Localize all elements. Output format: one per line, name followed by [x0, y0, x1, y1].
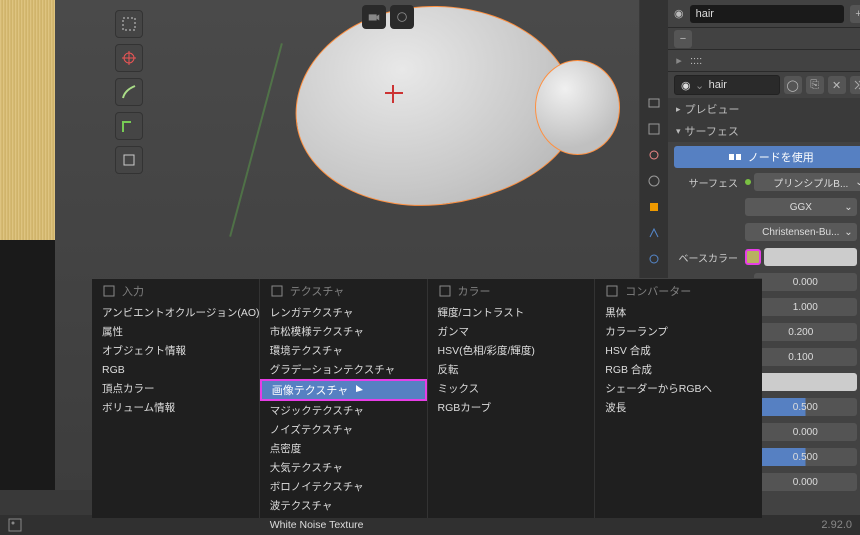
- menu-item[interactable]: オブジェクト情報: [92, 341, 259, 360]
- value-field-4[interactable]: 0.000: [754, 423, 857, 441]
- scene-tab[interactable]: [640, 142, 668, 168]
- surface-shader-dropdown[interactable]: プリンシプルB...: [754, 173, 860, 191]
- unlink-material-btn[interactable]: ✕: [828, 76, 846, 94]
- material-options-label: ::::: [690, 55, 852, 67]
- menu-item[interactable]: グラデーションテクスチャ: [260, 360, 427, 379]
- add-material-slot[interactable]: +: [850, 5, 860, 23]
- use-nodes-button[interactable]: ノードを使用: [674, 146, 860, 168]
- image-editor-strip: [0, 0, 55, 490]
- slider-field-0[interactable]: 0.500: [754, 398, 857, 416]
- modifier-tab[interactable]: [640, 220, 668, 246]
- menu-header-converter: コンバーター: [595, 279, 762, 303]
- menu-item[interactable]: アンビエントオクルージョン(AO): [92, 303, 259, 322]
- menu-item[interactable]: シェーダーからRGBへ: [595, 379, 762, 398]
- object-tab[interactable]: [640, 194, 668, 220]
- gizmo-toggle-icon[interactable]: [390, 5, 414, 29]
- menu-col-color: カラー 輝度/コントラスト ガンマ HSV(色相/彩度/輝度) 反転 ミックス …: [428, 279, 596, 518]
- hair-mesh-object[interactable]: [255, 0, 615, 240]
- surface-section-header[interactable]: ▾サーフェス: [668, 120, 860, 142]
- value-field-5[interactable]: 0.000: [754, 473, 857, 491]
- menu-item[interactable]: マジックテクスチャ: [260, 401, 427, 420]
- value-field-1[interactable]: 1.000: [754, 298, 857, 316]
- material-sphere-icon: ◉: [681, 79, 691, 92]
- menu-item[interactable]: 頂点カラー: [92, 379, 259, 398]
- menu-item[interactable]: 輝度/コントラスト: [428, 303, 595, 322]
- physics-tab[interactable]: [640, 246, 668, 272]
- menu-header-color: カラー: [428, 279, 595, 303]
- node-add-menu: 入力 アンビエントオクルージョン(AO) 属性 オブジェクト情報 RGB 頂点カ…: [92, 278, 762, 518]
- menu-item[interactable]: HSV 合成: [595, 341, 762, 360]
- menu-item[interactable]: ミックス: [428, 379, 595, 398]
- menu-item[interactable]: RGB 合成: [595, 360, 762, 379]
- menu-item[interactable]: 黒体: [595, 303, 762, 322]
- cursor-3d-icon: [385, 85, 403, 103]
- select-box-tool[interactable]: [115, 10, 143, 38]
- menu-item[interactable]: ノイズテクスチャ: [260, 420, 427, 439]
- menu-item[interactable]: カラーランプ: [595, 322, 762, 341]
- menu-col-input: 入力 アンビエントオクルージョン(AO) 属性 オブジェクト情報 RGB 頂点カ…: [92, 279, 260, 518]
- menu-item[interactable]: 市松模様テクスチャ: [260, 322, 427, 341]
- texture-preview: [0, 0, 55, 240]
- measure-tool[interactable]: [115, 112, 143, 140]
- menu-item[interactable]: 波長: [595, 398, 762, 417]
- tool-column: [115, 10, 143, 174]
- base-color-label: ベースカラー: [674, 250, 742, 265]
- remove-material-slot[interactable]: −: [674, 30, 692, 48]
- status-bar: 2.92.0: [0, 515, 860, 535]
- cursor-tool[interactable]: [115, 44, 143, 72]
- base-color-swatch[interactable]: [764, 248, 857, 266]
- material-list-name[interactable]: [690, 5, 844, 23]
- menu-item-image-texture[interactable]: 画像テクスチャ: [260, 379, 427, 401]
- menu-item[interactable]: HSV(色相/彩度/輝度): [428, 341, 595, 360]
- add-cube-tool[interactable]: [115, 146, 143, 174]
- surface-label: サーフェス: [674, 175, 742, 190]
- base-color-input-dot[interactable]: [745, 249, 761, 265]
- menu-item[interactable]: ボリューム情報: [92, 398, 259, 417]
- distribution-dropdown[interactable]: GGX: [745, 198, 857, 216]
- menu-item[interactable]: 反転: [428, 360, 595, 379]
- menu-header-texture: テクスチャ: [260, 279, 427, 303]
- material-selector[interactable]: ◉⌄ hair: [674, 75, 780, 95]
- value-field-0[interactable]: 0.000: [754, 273, 857, 291]
- menu-item[interactable]: RGB: [92, 360, 259, 379]
- menu-item[interactable]: レンガテクスチャ: [260, 303, 427, 322]
- color-swatch-2[interactable]: [754, 373, 857, 391]
- menu-item[interactable]: ボロノイテクスチャ: [260, 477, 427, 496]
- viewport-top-icons: [362, 5, 414, 29]
- draw-tool[interactable]: [115, 78, 143, 106]
- shader-connected-dot-icon[interactable]: [745, 179, 751, 185]
- menu-item[interactable]: 点密度: [260, 439, 427, 458]
- menu-header-input: 入力: [92, 279, 259, 303]
- preview-section-header[interactable]: ▸プレビュー: [668, 98, 860, 120]
- copy-material-btn[interactable]: ⎘: [806, 76, 824, 94]
- menu-col-texture: テクスチャ レンガテクスチャ 市松模様テクスチャ 環境テクスチャ グラデーション…: [260, 279, 428, 518]
- menu-item[interactable]: White Noise Texture: [260, 515, 427, 534]
- output-tab[interactable]: [640, 116, 668, 142]
- hair-bun-shape: [535, 60, 620, 155]
- menu-item[interactable]: 属性: [92, 322, 259, 341]
- menu-item[interactable]: 大気テクスチャ: [260, 458, 427, 477]
- menu-item[interactable]: 環境テクスチャ: [260, 341, 427, 360]
- menu-item[interactable]: RGBカーブ: [428, 398, 595, 417]
- expand-arrow-icon[interactable]: ▸: [674, 54, 684, 67]
- subsurface-method-dropdown[interactable]: Christensen-Bu...: [745, 223, 857, 241]
- image-editor-icon[interactable]: [8, 518, 22, 532]
- slider-field-1[interactable]: 0.500: [754, 448, 857, 466]
- version-label: 2.92.0: [821, 519, 852, 531]
- menu-item[interactable]: 波テクスチャ: [260, 496, 427, 515]
- sphere-icon: ◉: [674, 7, 684, 20]
- menu-item[interactable]: ガンマ: [428, 322, 595, 341]
- menu-col-converter: コンバーター 黒体 カラーランプ HSV 合成 RGB 合成 シェーダーからRG…: [595, 279, 762, 518]
- camera-view-icon[interactable]: [362, 5, 386, 29]
- render-tab[interactable]: [640, 90, 668, 116]
- new-material-btn[interactable]: ◯: [784, 76, 802, 94]
- world-tab[interactable]: [640, 168, 668, 194]
- node-toggle-btn[interactable]: [850, 76, 860, 94]
